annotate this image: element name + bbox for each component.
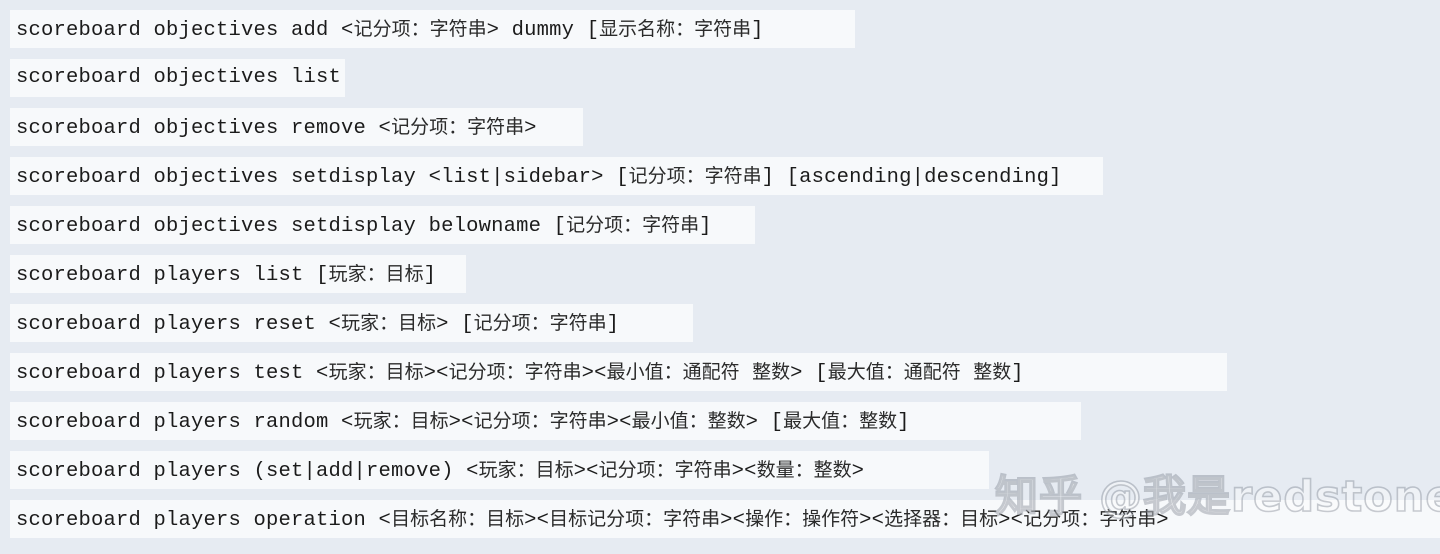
cjk-text: 操作：操作符 <box>745 508 860 530</box>
command-row: scoreboard players operation <目标名称：目标><目… <box>10 500 1440 538</box>
cjk-text: 记分项：字符串 <box>598 459 732 481</box>
cjk-text: 最小值：通配符 <box>606 361 740 383</box>
cjk-text: 最大值：整数 <box>783 410 898 432</box>
command-row: scoreboard objectives list <box>10 59 345 97</box>
command-row: scoreboard players test <玩家：目标><记分项：字符串>… <box>10 353 1227 391</box>
cjk-text: 记分项：字符串 <box>628 165 762 187</box>
cjk-text: 最小值：整数 <box>631 410 746 432</box>
cjk-text: 目标名称：目标 <box>391 508 525 530</box>
cjk-text: 记分项：字符串 <box>1023 508 1157 530</box>
command-row: scoreboard players reset <玩家：目标> [记分项：字符… <box>10 304 693 342</box>
cjk-text: 记分项：字符串 <box>566 214 700 236</box>
cjk-text: 记分项：字符串 <box>391 116 525 138</box>
command-row: scoreboard players list [玩家：目标] <box>10 255 466 293</box>
command-row: scoreboard players (set|add|remove) <玩家：… <box>10 451 989 489</box>
cjk-text: 显示名称：字符串 <box>599 18 752 40</box>
cjk-text: 最大值：通配符 <box>827 361 961 383</box>
cjk-text: 玩家：目标 <box>328 361 424 383</box>
command-row: scoreboard objectives setdisplay <list|s… <box>10 157 1103 195</box>
cjk-text: 记分项：字符串 <box>353 18 487 40</box>
cjk-text: 整数 <box>752 361 791 383</box>
cjk-text: 选择器：目标 <box>884 508 999 530</box>
cjk-text: 记分项：字符串 <box>473 312 607 334</box>
cjk-text: 记分项：字符串 <box>473 410 607 432</box>
command-row: scoreboard objectives add <记分项：字符串> dumm… <box>10 10 855 48</box>
cjk-text: 整数 <box>973 361 1012 383</box>
cjk-text: 玩家：目标 <box>478 459 574 481</box>
command-list: scoreboard objectives add <记分项：字符串> dumm… <box>0 0 1440 554</box>
cjk-text: 记分项：字符串 <box>448 361 582 383</box>
command-row: scoreboard players random <玩家：目标><记分项：字符… <box>10 402 1081 440</box>
cjk-text: 目标记分项：字符串 <box>549 508 721 530</box>
cjk-text: 玩家：目标 <box>353 410 449 432</box>
cjk-text: 玩家：目标 <box>328 263 424 285</box>
cjk-text: 玩家：目标 <box>341 312 437 334</box>
cjk-text: 数量：整数 <box>756 459 852 481</box>
command-row: scoreboard objectives setdisplay belowna… <box>10 206 755 244</box>
command-row: scoreboard objectives remove <记分项：字符串> <box>10 108 583 146</box>
